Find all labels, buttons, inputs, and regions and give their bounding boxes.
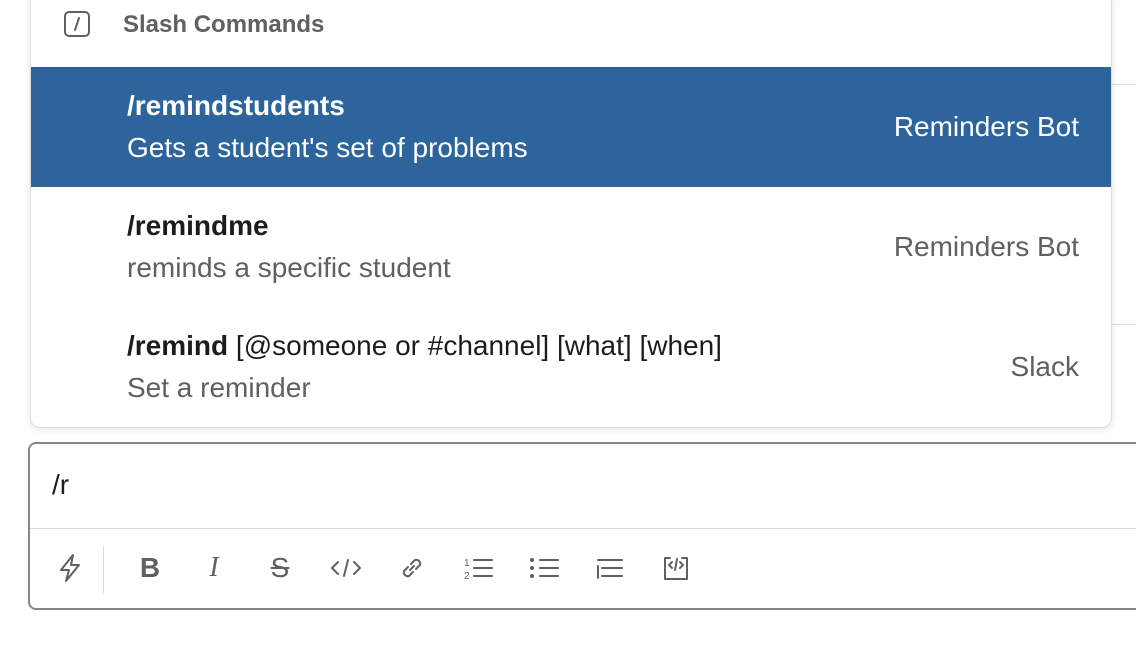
link-icon[interactable]	[392, 548, 432, 588]
composer-divider	[30, 528, 1136, 529]
command-item-remind[interactable]: /remind [@someone or #channel] [what] [w…	[31, 307, 1111, 427]
popup-header: Slash Commands	[31, 1, 1111, 67]
popup-title: Slash Commands	[123, 11, 325, 38]
command-source: Reminders Bot	[893, 111, 1079, 142]
svg-text:1: 1	[464, 558, 470, 569]
formatting-toolbar: B I S 12	[30, 530, 1136, 610]
background-divider	[1110, 84, 1136, 85]
strikethrough-icon[interactable]: S	[260, 548, 300, 588]
blockquote-icon[interactable]	[590, 548, 630, 588]
shortcuts-lightning-icon[interactable]	[50, 548, 90, 588]
code-icon[interactable]	[326, 548, 366, 588]
bulleted-list-icon[interactable]	[524, 548, 564, 588]
message-input[interactable]: /r	[52, 468, 69, 502]
command-args: [@someone or #channel] [what] [when]	[235, 330, 722, 361]
command-item-remindstudents[interactable]: /remindstudents Gets a student's set of …	[31, 67, 1111, 187]
command-description: reminds a specific student	[127, 252, 451, 283]
italic-icon[interactable]: I	[194, 548, 234, 588]
background-divider	[1110, 324, 1136, 325]
command-source: Slack	[1010, 351, 1079, 382]
svg-text:2: 2	[464, 571, 470, 582]
command-item-remindme[interactable]: /remindme reminds a specific student Rem…	[31, 187, 1111, 307]
command-name: /remindstudents	[127, 90, 345, 121]
command-description: Gets a student's set of problems	[127, 132, 528, 163]
command-source: Reminders Bot	[893, 231, 1079, 262]
command-name: /remindme	[127, 210, 269, 241]
slash-commands-popup: Slash Commands /remindstudents Gets a st…	[30, 0, 1112, 428]
code-block-icon[interactable]	[656, 548, 696, 588]
ordered-list-icon[interactable]: 12	[458, 548, 498, 588]
toolbar-separator	[103, 546, 104, 594]
bold-icon[interactable]: B	[130, 548, 170, 588]
message-composer: /r B I S 12	[28, 442, 1136, 610]
command-name: /remind [@someone or #channel] [what] [w…	[127, 330, 722, 361]
slash-command-icon	[64, 11, 90, 37]
command-description: Set a reminder	[127, 372, 311, 403]
